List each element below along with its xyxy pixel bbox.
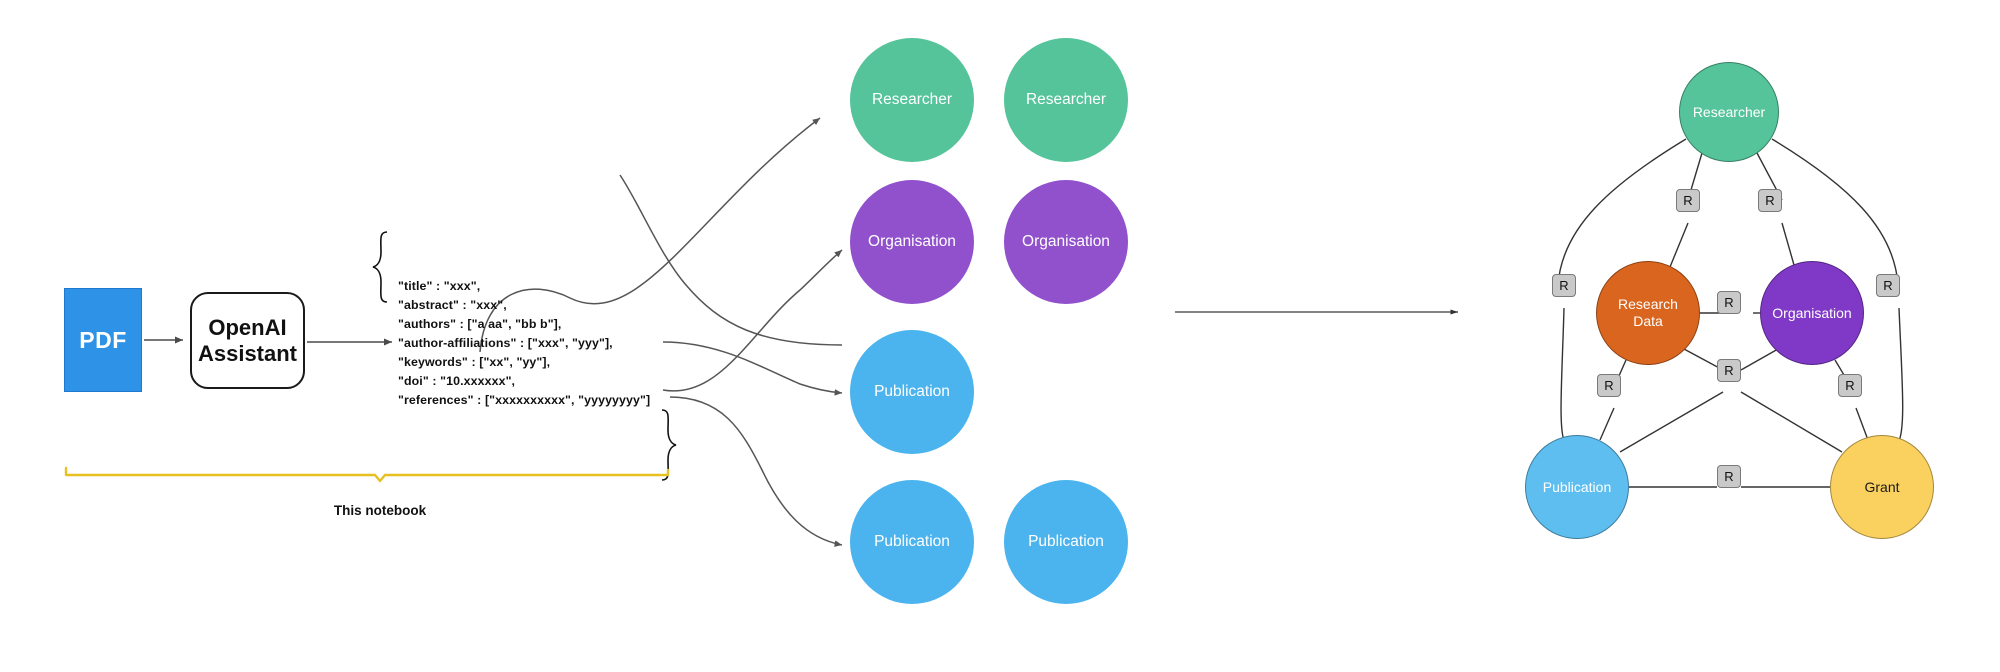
kg-relation-box: R	[1876, 274, 1900, 297]
kg-relation-box: R	[1717, 291, 1741, 314]
kg-node-label: Researcher	[1692, 103, 1766, 120]
entity-circle-label: Researcher	[1025, 91, 1107, 109]
json-close-brace	[661, 409, 677, 481]
kg-relation-box: R	[1676, 189, 1700, 212]
kg-node-label: Organisation	[1772, 304, 1852, 321]
entity-circle-organisation: Organisation	[850, 180, 974, 304]
curve-json-to-publication-lower	[669, 396, 843, 547]
json-line: "keywords" : ["xx", "yy"],	[398, 355, 551, 370]
kg-relation-box: R	[1758, 189, 1782, 212]
kg-relation-label: R	[1883, 278, 1893, 293]
curve-json-to-publication-upper	[662, 341, 843, 396]
kg-relation-label: R	[1845, 378, 1855, 393]
entity-circle-label: Publication	[1028, 533, 1104, 551]
pdf-node: PDF	[64, 288, 142, 392]
kg-relation-label: R	[1724, 295, 1734, 310]
openai-assistant-node: OpenAI Assistant	[190, 292, 305, 389]
notebook-scope-label: This notebook	[333, 503, 427, 518]
entity-circle-researcher: Researcher	[1004, 38, 1128, 162]
kg-relation-box: R	[1717, 465, 1741, 488]
kg-node-organisation: Organisation	[1760, 261, 1864, 365]
entity-circle-label: Organisation	[1022, 233, 1110, 251]
kg-node-publication: Publication	[1525, 435, 1629, 539]
kg-relation-label: R	[1765, 193, 1775, 208]
pdf-label: PDF	[79, 326, 127, 353]
entity-circle-publication: Publication	[1004, 480, 1128, 604]
entity-circle-researcher: Researcher	[850, 38, 974, 162]
kg-node-research-data: Research Data	[1596, 261, 1700, 365]
json-line: "authors" : ["a aa", "bb b"],	[398, 317, 562, 332]
json-line: "abstract" : "xxx",	[398, 298, 507, 313]
kg-node-grant: Grant	[1830, 435, 1934, 539]
diagram-canvas: PDF OpenAI Assistant "title" : "xxx", "ab…	[0, 0, 2000, 672]
kg-relation-label: R	[1604, 378, 1614, 393]
kg-relation-box: R	[1552, 274, 1576, 297]
entity-circle-label: Researcher	[871, 91, 953, 109]
entity-circle-label: Organisation	[868, 233, 956, 251]
entity-circle-organisation: Organisation	[1004, 180, 1128, 304]
json-line: "references" : ["xxxxxxxxxx", "yyyyyyyy"…	[398, 393, 651, 408]
kg-relation-label: R	[1683, 193, 1693, 208]
kg-relation-box: R	[1838, 374, 1862, 397]
assistant-label-line1: OpenAI	[208, 314, 287, 340]
notebook-scope-brace	[64, 466, 670, 483]
entity-circle-label: Publication	[874, 383, 950, 401]
kg-relation-label: R	[1724, 363, 1734, 378]
kg-relation-label: R	[1724, 469, 1734, 484]
kg-relation-label: R	[1559, 278, 1569, 293]
entity-circle-publication: Publication	[850, 330, 974, 454]
kg-node-label: Grant	[1864, 478, 1900, 495]
kg-node-label: Research Data	[1618, 296, 1678, 329]
json-line: "title" : "xxx",	[398, 279, 481, 293]
entity-circle-label: Publication	[874, 533, 950, 551]
kg-relation-box: R	[1597, 374, 1621, 397]
curve-json-to-organisation	[662, 249, 843, 392]
curve-json-to-researcher	[619, 174, 843, 346]
kg-node-label: Publication	[1542, 478, 1612, 495]
json-output-block: "title" : "xxx", "abstract" : "xxx", "auth…	[398, 277, 650, 410]
json-open-brace	[372, 231, 388, 303]
kg-node-researcher: Researcher	[1679, 62, 1779, 162]
kg-relation-box: R	[1717, 359, 1741, 382]
json-line: "author-affiliations" : ["xxx", "yyy"],	[398, 336, 613, 351]
assistant-label-line2: Assistant	[197, 340, 298, 366]
json-line: "doi" : "10.xxxxxx",	[398, 374, 516, 389]
entity-circle-publication: Publication	[850, 480, 974, 604]
